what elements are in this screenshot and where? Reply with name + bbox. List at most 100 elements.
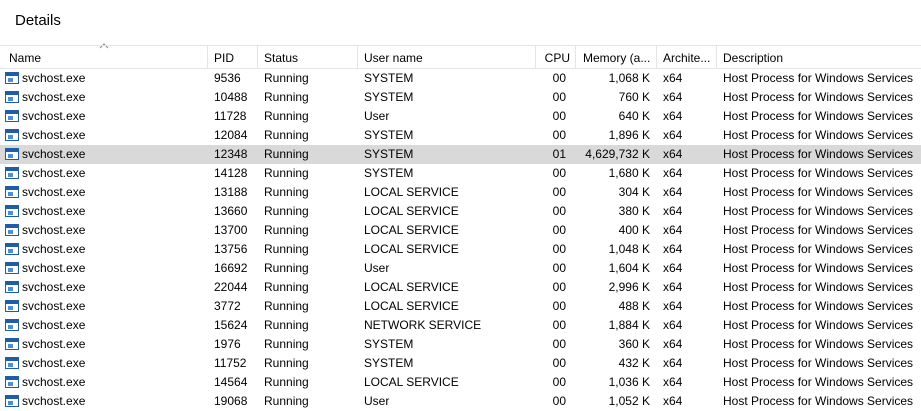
cell-arch: x64: [663, 185, 683, 199]
cell-arch: x64: [663, 356, 683, 370]
cell-status: Running: [264, 337, 309, 351]
cell-memory: 400 K: [618, 223, 650, 237]
cell-description: Host Process for Windows Services: [723, 166, 914, 180]
process-window-icon: [5, 319, 19, 331]
column-header-memory[interactable]: Memory (a...: [576, 46, 657, 68]
process-window-icon: [5, 262, 19, 274]
cell-name: svchost.exe: [22, 71, 86, 85]
cell-user: SYSTEM: [364, 166, 414, 180]
process-window-icon: [5, 376, 19, 388]
table-row[interactable]: svchost.exe 13188 Running LOCAL SERVICE 00 30…: [0, 183, 921, 202]
table-row[interactable]: svchost.exe 12348 Running SYSTEM 01 4,629,732…: [0, 145, 921, 164]
cell-arch: x64: [663, 337, 683, 351]
cell-pid: 13188: [214, 185, 248, 199]
column-header-row: Name PID Status User name CPU Memory (a.…: [0, 45, 921, 69]
table-row[interactable]: svchost.exe 11752 Running SYSTEM 00 432 K x64 H…: [0, 354, 921, 373]
cell-name: svchost.exe: [22, 166, 86, 180]
cell-status: Running: [264, 356, 309, 370]
cell-arch: x64: [663, 90, 683, 104]
cell-pid: 19068: [214, 394, 248, 408]
table-row[interactable]: svchost.exe 14564 Running LOCAL SERVICE 00 1,…: [0, 373, 921, 392]
cell-cpu: 00: [552, 394, 566, 408]
cell-status: Running: [264, 128, 309, 142]
process-window-icon: [5, 338, 19, 350]
cell-user: LOCAL SERVICE: [364, 204, 459, 218]
table-row[interactable]: svchost.exe 13660 Running LOCAL SERVICE 00 38…: [0, 202, 921, 221]
cell-user: LOCAL SERVICE: [364, 185, 459, 199]
cell-name: svchost.exe: [22, 242, 86, 256]
cell-name: svchost.exe: [22, 337, 86, 351]
cell-memory: 1,884 K: [608, 318, 650, 332]
cell-status: Running: [264, 204, 309, 218]
cell-pid: 11752: [214, 356, 247, 370]
column-header-architecture[interactable]: Archite...: [657, 46, 717, 68]
cell-status: Running: [264, 394, 309, 408]
table-row[interactable]: svchost.exe 16692 Running User 00 1,604 K x64 H…: [0, 259, 921, 278]
cell-memory: 1,680 K: [608, 166, 650, 180]
cell-name: svchost.exe: [22, 299, 86, 313]
cell-name: svchost.exe: [22, 394, 86, 408]
cell-status: Running: [264, 242, 309, 256]
cell-status: Running: [264, 223, 309, 237]
cell-pid: 3772: [214, 299, 241, 313]
cell-pid: 1976: [214, 337, 241, 351]
column-header-status[interactable]: Status: [258, 46, 358, 68]
cell-memory: 360 K: [618, 337, 650, 351]
cell-description: Host Process for Windows Services: [723, 128, 914, 142]
cell-cpu: 00: [552, 299, 566, 313]
process-window-icon: [5, 281, 19, 293]
table-row[interactable]: svchost.exe 10488 Running SYSTEM 00 760 K x64 H…: [0, 88, 921, 107]
cell-arch: x64: [663, 242, 683, 256]
table-row[interactable]: svchost.exe 11728 Running User 00 640 K x64 Hos…: [0, 107, 921, 126]
cell-name: svchost.exe: [22, 280, 86, 294]
cell-pid: 13700: [214, 223, 248, 237]
cell-memory: 2,996 K: [608, 280, 650, 294]
column-header-pid[interactable]: PID: [208, 46, 258, 68]
cell-description: Host Process for Windows Services: [723, 71, 914, 85]
cell-memory: 488 K: [618, 299, 650, 313]
column-header-name[interactable]: Name: [0, 46, 208, 68]
cell-description: Host Process for Windows Services: [723, 337, 914, 351]
cell-status: Running: [264, 90, 309, 104]
process-window-icon: [5, 224, 19, 236]
cell-status: Running: [264, 166, 309, 180]
table-row[interactable]: svchost.exe 14128 Running SYSTEM 00 1,680 K x6…: [0, 164, 921, 183]
cell-cpu: 00: [552, 261, 566, 275]
process-window-icon: [5, 91, 19, 103]
cell-memory: 304 K: [618, 185, 650, 199]
table-row[interactable]: svchost.exe 13700 Running LOCAL SERVICE 00 40…: [0, 221, 921, 240]
cell-name: svchost.exe: [22, 204, 86, 218]
column-header-user-name[interactable]: User name: [358, 46, 536, 68]
cell-description: Host Process for Windows Services: [723, 147, 914, 161]
table-row[interactable]: svchost.exe 22044 Running LOCAL SERVICE 00 2,…: [0, 278, 921, 297]
table-row[interactable]: svchost.exe 19068 Running User 00 1,052 K x64 H…: [0, 392, 921, 411]
table-row[interactable]: svchost.exe 9536 Running SYSTEM 00 1,068 K x64…: [0, 69, 921, 88]
cell-name: svchost.exe: [22, 185, 86, 199]
cell-user: SYSTEM: [364, 356, 414, 370]
table-row[interactable]: svchost.exe 12084 Running SYSTEM 00 1,896 K x6…: [0, 126, 921, 145]
table-row[interactable]: svchost.exe 15624 Running NETWORK SERVICE 00…: [0, 316, 921, 335]
cell-arch: x64: [663, 261, 683, 275]
cell-name: svchost.exe: [22, 261, 86, 275]
cell-user: LOCAL SERVICE: [364, 280, 459, 294]
cell-memory: 380 K: [618, 204, 650, 218]
table-row[interactable]: svchost.exe 13756 Running LOCAL SERVICE 00 1,…: [0, 240, 921, 259]
cell-pid: 16692: [214, 261, 248, 275]
process-window-icon: [5, 357, 19, 369]
column-header-description[interactable]: Description: [717, 46, 921, 68]
cell-name: svchost.exe: [22, 128, 86, 142]
column-header-cpu[interactable]: CPU: [536, 46, 576, 68]
cell-pid: 15624: [214, 318, 248, 332]
cell-cpu: 00: [552, 109, 566, 123]
cell-status: Running: [264, 71, 309, 85]
cell-user: LOCAL SERVICE: [364, 223, 459, 237]
cell-pid: 22044: [214, 280, 248, 294]
cell-status: Running: [264, 318, 309, 332]
cell-user: SYSTEM: [364, 90, 414, 104]
cell-name: svchost.exe: [22, 375, 86, 389]
cell-memory: 1,604 K: [608, 261, 650, 275]
cell-description: Host Process for Windows Services: [723, 318, 914, 332]
table-row[interactable]: svchost.exe 1976 Running SYSTEM 00 360 K x64 Ho…: [0, 335, 921, 354]
process-window-icon: [5, 72, 19, 84]
table-row[interactable]: svchost.exe 3772 Running LOCAL SERVICE 00 488…: [0, 297, 921, 316]
